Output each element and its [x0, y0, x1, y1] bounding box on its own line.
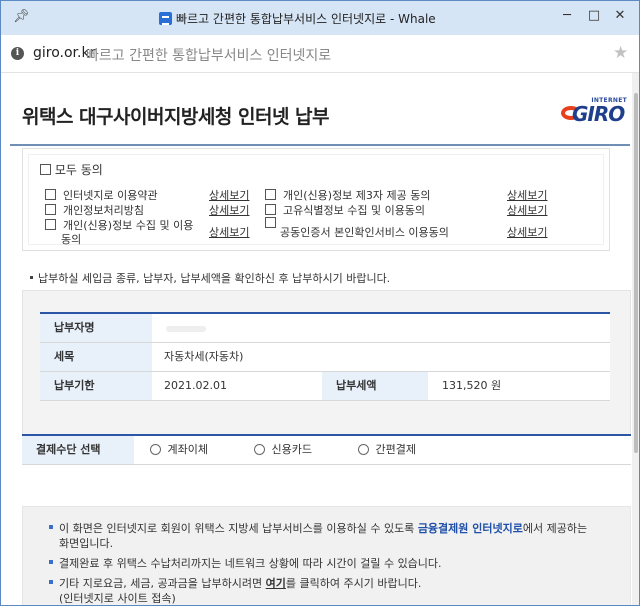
agree-all-row[interactable]: 모두 동의 — [40, 161, 103, 178]
agree-thirdparty-row[interactable]: 개인(신용)정보 제3자 제공 동의 — [265, 187, 431, 203]
agree-thirdparty-checkbox[interactable] — [265, 189, 276, 200]
info-line-3: 기타 지로요금, 세금, 공과금을 납부하시려면 여기를 클릭하여 주시기 바랍… — [49, 576, 421, 592]
payer-masked-name — [166, 326, 206, 332]
scrollbar-thumb[interactable] — [634, 93, 638, 453]
bullet-icon — [49, 560, 53, 564]
due-label: 납부기한 — [40, 372, 152, 400]
tax-row: 세목 자동차세(자동차) — [40, 343, 610, 372]
amount-label: 납부세액 — [322, 372, 428, 400]
page-content: 위택스 대구사이버지방세청 인터넷 납부 INTERNET GIRO 모두 동의… — [2, 73, 639, 605]
here-link[interactable]: 여기 — [266, 577, 286, 590]
logo-giro-text: GIRO — [572, 102, 625, 126]
pin-icon[interactable]: 📌︎ — [13, 10, 30, 24]
agree-terms-checkbox[interactable] — [45, 189, 56, 200]
agree-collect-label: 개인(신용)정보 수집 및 이용 — [63, 219, 194, 232]
giro-logo: INTERNET GIRO — [557, 97, 627, 126]
scrollbar[interactable] — [632, 73, 639, 605]
agree-privacy-row[interactable]: 개인정보처리방침 — [45, 202, 144, 218]
agree-uniqueid-label: 고유식별정보 수집 및 이용동의 — [283, 204, 426, 217]
due-amount-row: 납부기한 2021.02.01 납부세액 131,520 원 — [40, 372, 610, 401]
title-bar: 📌︎ 빠르고 간편한 통합납부서비스 인터넷지로 - Whale ─ □ ✕ — [1, 1, 639, 35]
info-line-3-cont: (인터넷지로 사이트 접속) — [59, 592, 176, 605]
payment-method-row: 결제수단 선택 계좌이체 신용카드 간편결제 — [22, 434, 631, 465]
radio-bank-transfer[interactable]: 계좌이체 — [150, 436, 208, 464]
agreement-box: 모두 동의 인터넷지로 이용약관 상세보기 개인정보처리방침 상세보기 개인(신… — [22, 148, 610, 251]
payment-info-table: 납부자명 세목 자동차세(자동차) 납부기한 2021.02.01 납부세액 1… — [40, 312, 610, 401]
radio-easy-pay-icon[interactable] — [358, 444, 369, 455]
minimize-button[interactable]: ─ — [557, 6, 577, 26]
info-line-1: 이 화면은 인터넷지로 회원이 위택스 지방세 납부서비스를 이용하실 수 있도… — [49, 521, 587, 537]
agree-uniqueid-row[interactable]: 고유식별정보 수집 및 이용동의 — [265, 202, 425, 218]
agree-cert-row[interactable] — [265, 217, 276, 230]
bookmark-star-icon[interactable]: ★ — [613, 43, 628, 63]
privacy-detail-link[interactable]: 상세보기 — [209, 202, 249, 218]
tax-label: 세목 — [40, 343, 152, 371]
agree-cert-label: 공동인증서 본인확인서비스 이용동의 — [280, 226, 449, 239]
bullet-icon — [30, 276, 33, 279]
collect-detail-link[interactable]: 상세보기 — [209, 224, 249, 240]
agree-all-label: 모두 동의 — [54, 163, 103, 177]
window-title: 빠르고 간편한 통합납부서비스 인터넷지로 - Whale — [159, 10, 436, 27]
payment-notice-text: 납부하실 세입금 종류, 납부자, 납부세액을 확인하신 후 납부하시기 바랍니… — [38, 272, 391, 285]
giro-name-highlight: 금융결제원 인터넷지로 — [417, 522, 523, 535]
payer-value — [152, 314, 610, 342]
agree-collect-checkbox[interactable] — [45, 219, 56, 230]
info-notice-box: 이 화면은 인터넷지로 회원이 위택스 지방세 납부서비스를 이용하실 수 있도… — [22, 506, 631, 605]
window-title-text: 빠르고 간편한 통합납부서비스 인터넷지로 - Whale — [176, 12, 436, 26]
thirdparty-detail-link[interactable]: 상세보기 — [507, 187, 547, 203]
url-page-title[interactable]: 빠르고 간편한 통합납부서비스 인터넷지로 — [86, 45, 331, 65]
agree-cert-checkbox[interactable] — [265, 217, 276, 228]
radio-easy-pay[interactable]: 간편결제 — [358, 436, 416, 464]
cert-detail-link[interactable]: 상세보기 — [507, 224, 547, 240]
info-line-2: 결제완료 후 위택스 수납처리까지는 네트워크 상황에 따라 시간이 걸릴 수 … — [49, 556, 442, 572]
page-title: 위택스 대구사이버지방세청 인터넷 납부 — [22, 106, 330, 128]
uniqueid-detail-link[interactable]: 상세보기 — [507, 202, 547, 218]
giro-favicon-icon — [159, 12, 172, 25]
agree-uniqueid-checkbox[interactable] — [265, 204, 276, 215]
bullet-icon — [49, 580, 53, 584]
agree-terms-row[interactable]: 인터넷지로 이용약관 — [45, 187, 158, 203]
due-value: 2021.02.01 — [164, 379, 227, 392]
radio-bank-transfer-icon[interactable] — [150, 444, 161, 455]
payment-info-box: 납부자명 세목 자동차세(자동차) 납부기한 2021.02.01 납부세액 1… — [22, 290, 631, 436]
radio-credit-card[interactable]: 신용카드 — [254, 436, 312, 464]
amount-value: 131,520 원 — [442, 379, 502, 392]
bullet-icon — [49, 525, 53, 529]
close-button[interactable]: ✕ — [610, 6, 630, 26]
payer-label: 납부자명 — [40, 314, 152, 342]
tax-value: 자동차세(자동차) — [164, 350, 244, 363]
maximize-button[interactable]: □ — [584, 6, 604, 26]
agree-privacy-label: 개인정보처리방침 — [63, 204, 144, 217]
payer-row: 납부자명 — [40, 314, 610, 343]
browser-window: 📌︎ 빠르고 간편한 통합납부서비스 인터넷지로 - Whale ─ □ ✕ i… — [0, 0, 640, 606]
title-divider — [10, 144, 630, 146]
payment-notice: 납부하실 세입금 종류, 납부자, 납부세액을 확인하신 후 납부하시기 바랍니… — [30, 270, 390, 286]
terms-detail-link[interactable]: 상세보기 — [209, 187, 249, 203]
agree-terms-label: 인터넷지로 이용약관 — [63, 189, 158, 202]
agree-privacy-checkbox[interactable] — [45, 204, 56, 215]
address-bar[interactable]: i giro.or.kr 빠르고 간편한 통합납부서비스 인터넷지로 ★ — [1, 35, 639, 73]
agree-collect-label-2: 동의 — [61, 233, 82, 246]
payment-method-label: 결제수단 선택 — [22, 436, 134, 464]
radio-credit-card-icon[interactable] — [254, 444, 265, 455]
site-info-icon[interactable]: i — [11, 47, 24, 60]
info-line-1-cont: 화면입니다. — [59, 537, 114, 550]
agree-thirdparty-label: 개인(신용)정보 제3자 제공 동의 — [283, 189, 431, 202]
agree-all-checkbox[interactable] — [40, 164, 51, 175]
